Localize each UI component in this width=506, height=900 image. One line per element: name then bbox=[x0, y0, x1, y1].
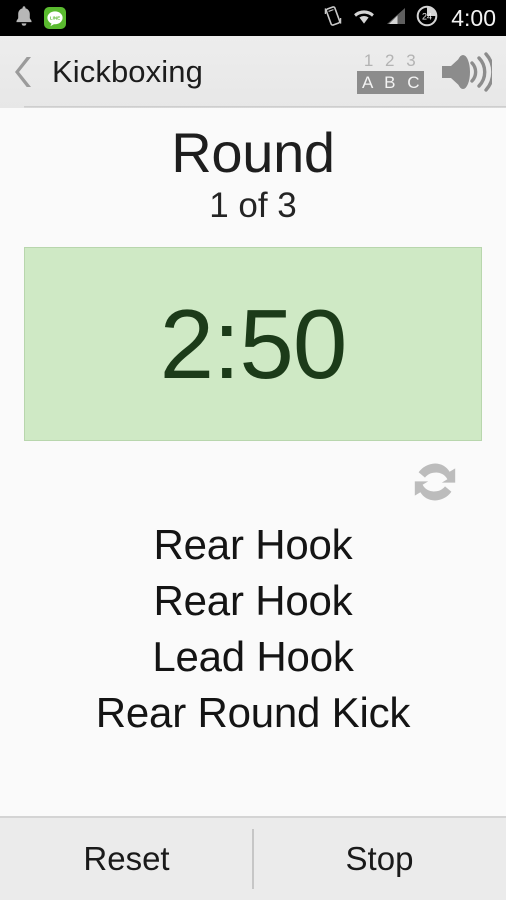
list-item: Rear Round Kick bbox=[95, 688, 411, 736]
status-bar-clock: 4:00 bbox=[451, 4, 496, 31]
page-title: Kickboxing bbox=[52, 54, 203, 89]
wifi-icon bbox=[352, 6, 376, 31]
stop-button[interactable]: Stop bbox=[253, 818, 506, 900]
main-content: Round 1 of 3 2:50 Rear Hook Rear Hook Le… bbox=[0, 108, 506, 816]
round-progress-text: 1 of 3 bbox=[209, 185, 297, 225]
status-bar-left-icons: LINE bbox=[14, 5, 66, 32]
svg-text:LINE: LINE bbox=[50, 15, 60, 20]
numeric-row-label: 1 2 3 bbox=[363, 50, 420, 70]
status-bar: LINE 24 4:00 bbox=[0, 0, 506, 36]
speaker-volume-icon[interactable] bbox=[438, 50, 492, 94]
timer-value: 2:50 bbox=[159, 289, 348, 400]
status-bar-right-icons: 24 4:00 bbox=[323, 5, 496, 32]
timer-panel: 2:50 bbox=[24, 247, 482, 442]
svg-text:24: 24 bbox=[422, 11, 432, 21]
battery-24-icon: 24 bbox=[416, 5, 438, 32]
list-item: Rear Hook bbox=[153, 577, 353, 625]
refresh-sync-icon[interactable] bbox=[406, 454, 464, 515]
bottom-bar-divider bbox=[252, 829, 254, 889]
notification-bell-icon bbox=[14, 5, 34, 32]
cellular-signal-icon bbox=[385, 6, 407, 31]
combo-list: Rear Hook Rear Hook Lead Hook Rear Round… bbox=[0, 517, 506, 740]
header-actions: 1 2 3 A B C bbox=[357, 50, 492, 94]
alpha-row-label: A B C bbox=[357, 70, 424, 94]
list-item: Lead Hook bbox=[152, 633, 354, 681]
app-screen: LINE 24 4:00 Kickboxing 1 2 3 A B C Roun… bbox=[0, 0, 506, 900]
list-item: Rear Hook bbox=[153, 521, 353, 569]
123-abc-toggle-icon[interactable]: 1 2 3 A B C bbox=[357, 51, 424, 94]
refresh-row bbox=[24, 454, 482, 515]
back-chevron-icon[interactable] bbox=[8, 55, 42, 89]
vibrate-icon bbox=[323, 5, 343, 32]
app-header: Kickboxing 1 2 3 A B C bbox=[0, 36, 506, 108]
bottom-action-bar: Reset Stop bbox=[0, 816, 506, 900]
reset-button[interactable]: Reset bbox=[0, 818, 253, 900]
round-heading: Round bbox=[171, 121, 335, 184]
line-app-icon: LINE bbox=[44, 7, 66, 29]
